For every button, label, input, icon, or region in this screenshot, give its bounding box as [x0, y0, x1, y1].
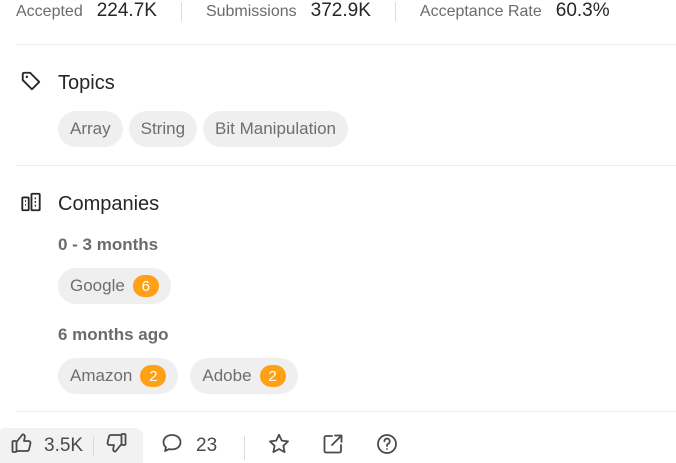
dislike-button[interactable] — [94, 428, 128, 463]
section-divider — [16, 44, 676, 45]
vote-group: 3.5K — [0, 428, 143, 463]
topic-tag[interactable]: Array — [58, 111, 123, 147]
companies-header[interactable]: Companies — [20, 191, 159, 218]
frequency-badge: 2 — [140, 365, 167, 387]
company-tags: Amazon 2 Adobe 2 — [58, 358, 304, 394]
stats-row: Accepted 224.7K Submissions 372.9K Accep… — [16, 0, 610, 22]
like-count: 3.5K — [44, 434, 84, 456]
help-button[interactable] — [374, 433, 400, 459]
action-bar: 3.5K 23 — [0, 428, 676, 463]
stat-label: Submissions — [205, 3, 297, 20]
star-icon — [267, 432, 291, 461]
thumbs-up-icon — [10, 431, 34, 460]
topic-tags: Array String Bit Manipulation — [58, 111, 354, 147]
company-tags: Google 6 — [58, 268, 177, 304]
frequency-badge: 2 — [259, 365, 286, 387]
building-icon — [20, 191, 42, 218]
companies-title: Companies — [58, 193, 160, 215]
thumbs-down-icon — [104, 431, 128, 460]
topic-tag[interactable]: Bit Manipulation — [203, 111, 349, 147]
company-tag-amazon[interactable]: Amazon 2 — [58, 358, 179, 394]
stat-label: Accepted — [16, 3, 83, 20]
company-tag-google[interactable]: Google 6 — [58, 268, 171, 304]
share-icon — [321, 432, 345, 461]
comments-button[interactable]: 23 — [160, 428, 217, 463]
company-period: 0 - 3 months — [58, 235, 159, 254]
comment-count: 23 — [196, 434, 218, 456]
company-name: Google — [70, 276, 125, 295]
problem-info-panel: Accepted 224.7K Submissions 372.9K Accep… — [0, 0, 676, 463]
share-button[interactable] — [320, 433, 346, 459]
frequency-badge: 6 — [132, 275, 159, 297]
stat-acceptance-rate: Acceptance Rate 60.3% — [420, 0, 610, 22]
company-name: Amazon — [70, 366, 133, 385]
divider — [394, 1, 396, 21]
favorite-button[interactable] — [266, 433, 292, 459]
topics-title: Topics — [58, 72, 115, 94]
divider — [244, 436, 245, 460]
company-period: 6 months ago — [58, 325, 169, 344]
stat-value: 224.7K — [96, 0, 157, 21]
company-tag-adobe[interactable]: Adobe 2 — [190, 358, 298, 394]
like-button[interactable]: 3.5K — [10, 428, 93, 463]
stat-value: 372.9K — [310, 0, 371, 21]
company-name: Adobe — [202, 366, 252, 385]
stat-submissions: Submissions 372.9K — [206, 0, 371, 22]
stat-label: Acceptance Rate — [419, 3, 542, 20]
stat-accepted: Accepted 224.7K — [16, 0, 157, 22]
section-divider — [16, 165, 676, 166]
section-divider — [16, 411, 676, 412]
tag-icon — [20, 70, 42, 97]
help-icon — [375, 432, 399, 461]
topic-tag[interactable]: String — [128, 111, 198, 147]
stat-value: 60.3% — [555, 0, 610, 21]
comment-icon — [160, 431, 184, 460]
divider — [180, 1, 182, 21]
topics-header[interactable]: Topics — [20, 70, 115, 97]
